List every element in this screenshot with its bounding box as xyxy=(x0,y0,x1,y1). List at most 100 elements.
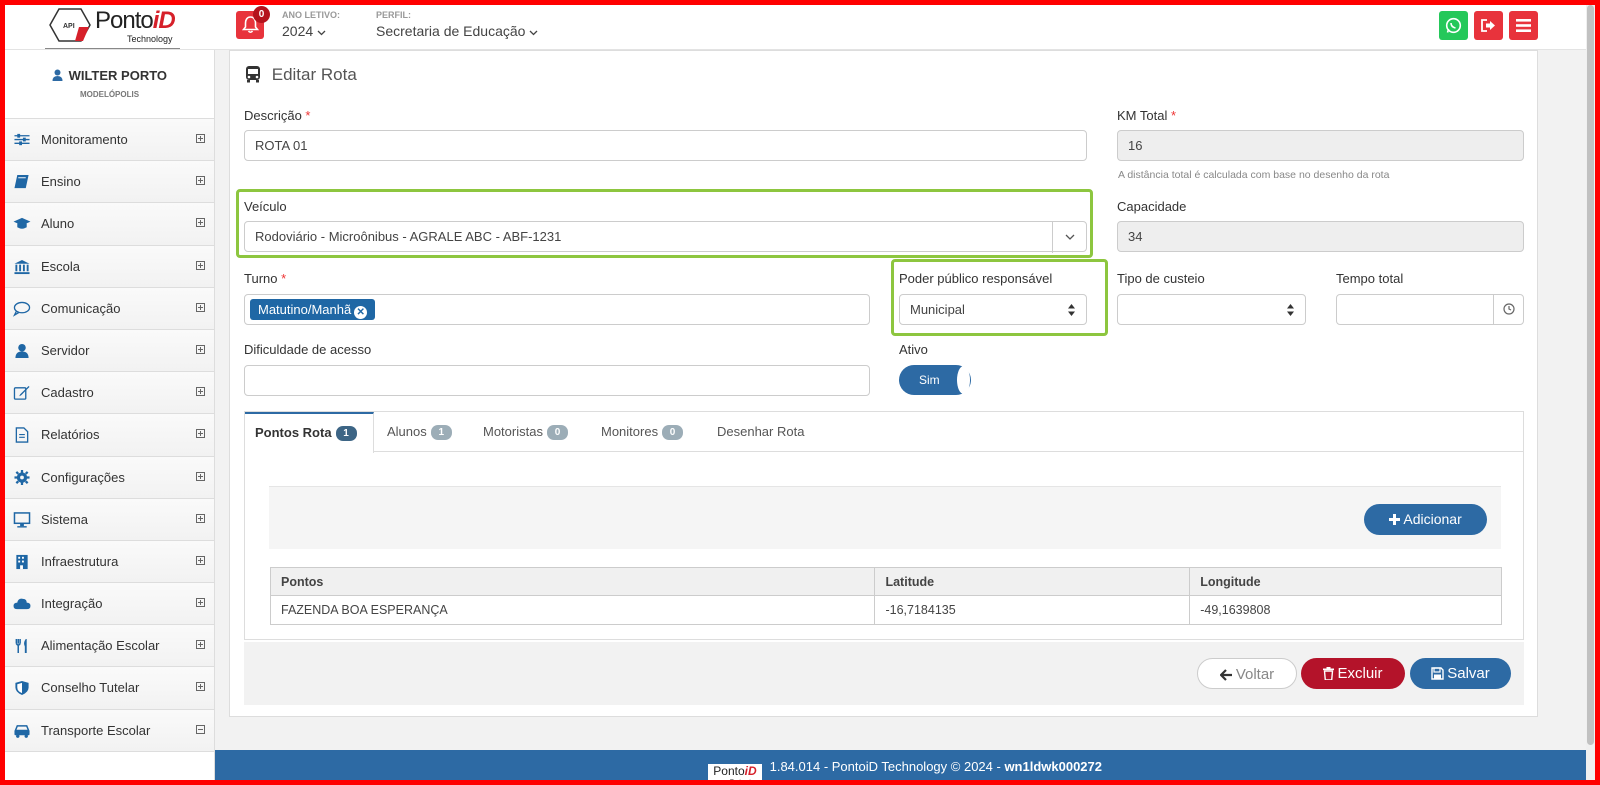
column-header-latitude[interactable]: Latitude xyxy=(874,567,1191,596)
tabs-header: Pontos Rota 1 Alunos 1 Motoristas 0 Monitor… xyxy=(245,412,1523,453)
page-scrollbar[interactable] xyxy=(1586,5,1595,780)
cell-ponto: FAZENDA BOA ESPERANÇA xyxy=(269,595,876,625)
pontoid-logo[interactable]: API PontoiD Technology xyxy=(45,5,180,49)
sidebar-item-alimentacao-escolar[interactable]: Alimentação Escolar xyxy=(5,625,214,668)
expand-icon[interactable] xyxy=(196,344,205,354)
expand-icon[interactable] xyxy=(196,640,205,650)
expand-icon[interactable] xyxy=(196,260,205,270)
sidebar-item-label: Configurações xyxy=(41,469,125,485)
perfil-dropdown[interactable]: Secretaria de Educação xyxy=(376,23,538,39)
tab-desenhar-rota[interactable]: Desenhar Rota xyxy=(717,412,804,452)
km-total-input[interactable]: 16 xyxy=(1117,130,1524,161)
sidebar-item-transporte-escolar[interactable]: Transporte Escolar xyxy=(5,709,214,752)
tab-monitores[interactable]: Monitores 0 xyxy=(601,412,684,452)
tab-count-badge: 0 xyxy=(662,425,684,440)
collapse-icon[interactable] xyxy=(196,724,205,734)
sidebar-item-label: Aluno xyxy=(41,216,75,232)
expand-icon[interactable] xyxy=(196,302,205,312)
voltar-button[interactable]: Voltar xyxy=(1197,658,1297,689)
expand-icon[interactable] xyxy=(196,682,205,692)
sidebar-item-relatorios[interactable]: Relatórios xyxy=(5,414,214,457)
capacidade-label: Capacidade xyxy=(1117,199,1187,214)
tempo-total-addon[interactable] xyxy=(1493,295,1523,324)
turno-label-text: Turno xyxy=(244,271,278,286)
menu-button[interactable] xyxy=(1509,11,1538,40)
footer-logo: PontoiD Technology xyxy=(707,764,762,785)
capacidade-input[interactable]: 34 xyxy=(1117,221,1524,252)
turno-label: Turno * xyxy=(244,271,286,286)
sidebar-item-configuracoes[interactable]: Configurações xyxy=(5,456,214,499)
sidebar-item-infraestrutura[interactable]: Infraestrutura xyxy=(5,540,214,584)
book-icon xyxy=(14,175,29,189)
poder-publico-select[interactable]: Municipal xyxy=(899,294,1087,325)
logo-text-accent: iD xyxy=(152,7,176,34)
tab-count-badge: 0 xyxy=(546,425,568,440)
logout-button[interactable] xyxy=(1474,11,1503,40)
expand-icon[interactable] xyxy=(196,387,205,397)
user-icon xyxy=(52,69,63,81)
tab-motoristas[interactable]: Motoristas 0 xyxy=(483,412,568,452)
turno-multiselect[interactable]: Matutino/Manhã ✕ xyxy=(244,294,870,325)
user-name-text: WILTER PORTO xyxy=(68,68,168,83)
ativo-label: Ativo xyxy=(899,342,928,357)
chevron-down-icon xyxy=(529,30,538,36)
tipo-custeio-select[interactable] xyxy=(1117,294,1306,325)
sidebar-item-aluno[interactable]: Aluno xyxy=(5,203,214,246)
sidebar-item-servidor[interactable]: Servidor xyxy=(5,329,214,373)
expand-icon[interactable] xyxy=(196,218,205,228)
car-icon xyxy=(14,724,30,738)
sidebar-item-comunicacao[interactable]: Comunicação xyxy=(5,287,214,330)
plus-icon xyxy=(1389,514,1401,525)
sidebar-item-label: Conselho Tutelar xyxy=(41,680,140,696)
points-table: Pontos Latitude Longitude FAZENDA BOA ES… xyxy=(269,567,1502,625)
ano-letivo-dropdown[interactable]: 2024 xyxy=(282,23,326,39)
user-name[interactable]: WILTER PORTO xyxy=(5,50,214,83)
expand-icon[interactable] xyxy=(196,513,205,523)
sidebar-item-cadastro[interactable]: Cadastro xyxy=(5,372,214,415)
ativo-toggle[interactable]: Sim xyxy=(899,365,971,395)
tab-pontos-rota[interactable]: Pontos Rota 1 xyxy=(245,412,374,453)
sidebar-item-label: Ensino xyxy=(41,174,81,190)
ano-letivo-value: 2024 xyxy=(282,23,314,39)
excluir-button[interactable]: Excluir xyxy=(1301,658,1405,689)
expand-icon[interactable] xyxy=(196,429,205,439)
sidebar-item-integracao[interactable]: Integração xyxy=(5,583,214,626)
remove-tag-icon[interactable]: ✕ xyxy=(354,306,368,319)
notifications-button[interactable]: 0 xyxy=(236,6,270,39)
perfil-value: Secretaria de Educação xyxy=(376,23,526,39)
sidebar-item-conselho-tutelar[interactable]: Conselho Tutelar xyxy=(5,667,214,710)
veiculo-select[interactable]: Rodoviário - Microônibus - AGRALE ABC - … xyxy=(244,221,1087,253)
voltar-label: Voltar xyxy=(1235,666,1275,683)
scrollbar-thumb[interactable] xyxy=(1587,5,1594,745)
descricao-input[interactable]: ROTA 01 xyxy=(244,130,1087,161)
sidebar-item-sistema[interactable]: Sistema xyxy=(5,498,214,541)
perfil-label: PERFIL: xyxy=(376,10,411,20)
whatsapp-button[interactable] xyxy=(1439,11,1468,40)
required-mark: * xyxy=(1170,108,1177,123)
expand-icon[interactable] xyxy=(196,555,205,565)
tab-alunos[interactable]: Alunos 1 xyxy=(387,412,452,452)
column-header-pontos[interactable]: Pontos xyxy=(269,567,876,596)
sidebar-item-escola[interactable]: Escola xyxy=(5,245,214,288)
veiculo-dropdown-toggle[interactable] xyxy=(1052,222,1086,253)
dificuldade-input[interactable] xyxy=(244,365,870,396)
add-point-button[interactable]: Adicionar xyxy=(1364,504,1487,535)
svg-text:API: API xyxy=(63,23,75,30)
sliders-icon xyxy=(14,133,30,146)
sidebar-item-monitoramento[interactable]: Monitoramento xyxy=(5,119,214,162)
salvar-button[interactable]: Salvar xyxy=(1410,658,1511,689)
tempo-total-input[interactable] xyxy=(1336,294,1524,325)
expand-icon[interactable] xyxy=(196,598,205,608)
column-header-longitude[interactable]: Longitude xyxy=(1189,567,1502,596)
sidebar-item-ensino[interactable]: Ensino xyxy=(5,161,214,204)
expand-icon[interactable] xyxy=(196,471,205,481)
table-row[interactable]: FAZENDA BOA ESPERANÇA -16,7184135 -49,16… xyxy=(269,595,1502,625)
notifications-count-badge: 0 xyxy=(253,6,270,23)
expand-icon[interactable] xyxy=(196,176,205,186)
sidebar-item-label: Alimentação Escolar xyxy=(41,638,160,654)
page-title: Editar Rota xyxy=(244,65,357,85)
expand-icon[interactable] xyxy=(196,134,205,143)
tab-label: Pontos Rota xyxy=(255,425,332,440)
poder-publico-label: Poder público responsável xyxy=(899,271,1053,286)
clock-icon xyxy=(1503,303,1515,315)
